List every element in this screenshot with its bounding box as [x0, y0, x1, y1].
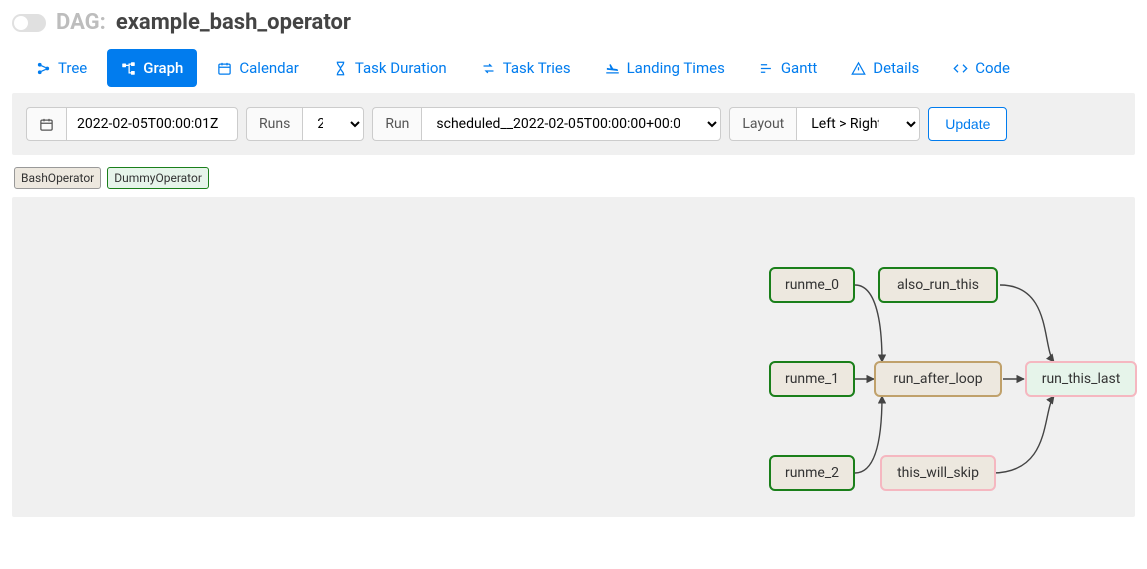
- node-label: this_will_skip: [897, 465, 979, 481]
- tab-tree[interactable]: Tree: [22, 49, 101, 87]
- tab-gantt-label: Gantt: [781, 59, 817, 77]
- run-label: Run: [372, 107, 421, 141]
- view-tabs: Tree Graph Calendar Task Duration Task T…: [12, 49, 1135, 87]
- tab-tree-label: Tree: [58, 59, 87, 77]
- code-icon: [953, 61, 968, 76]
- tab-graph-label: Graph: [143, 59, 183, 77]
- layout-label: Layout: [729, 107, 796, 141]
- graph-icon: [121, 61, 136, 76]
- dag-prefix: DAG:: [56, 10, 106, 35]
- tab-calendar-label: Calendar: [239, 59, 299, 77]
- node-label: also_run_this: [897, 277, 979, 293]
- node-label: run_this_last: [1042, 371, 1121, 387]
- node-also-run-this[interactable]: also_run_this: [878, 267, 998, 303]
- tab-task-duration[interactable]: Task Duration: [319, 49, 461, 87]
- node-this-will-skip[interactable]: this_will_skip: [880, 455, 996, 491]
- tab-task-tries[interactable]: Task Tries: [467, 49, 585, 87]
- tab-landing-times[interactable]: Landing Times: [591, 49, 739, 87]
- tab-task-duration-label: Task Duration: [355, 59, 447, 77]
- graph-canvas[interactable]: runme_0 runme_1 runme_2 also_run_this ru…: [12, 197, 1135, 517]
- calendar-addon-icon: [26, 107, 66, 141]
- tab-graph[interactable]: Graph: [107, 49, 197, 87]
- tab-calendar[interactable]: Calendar: [203, 49, 313, 87]
- node-label: run_after_loop: [893, 371, 982, 387]
- operator-legend: BashOperator DummyOperator: [14, 167, 1135, 189]
- runs-label: Runs: [246, 107, 302, 141]
- tab-details[interactable]: Details: [837, 49, 933, 87]
- run-select[interactable]: scheduled__2022-02-05T00:00:00+00:00: [421, 107, 721, 141]
- legend-dummy-operator[interactable]: DummyOperator: [107, 167, 209, 189]
- tab-gantt[interactable]: Gantt: [745, 49, 831, 87]
- legend-bash-operator[interactable]: BashOperator: [14, 167, 101, 189]
- retry-icon: [481, 61, 496, 76]
- node-runme-1[interactable]: runme_1: [769, 361, 855, 397]
- tree-icon: [36, 61, 51, 76]
- execution-date-input[interactable]: [66, 107, 238, 141]
- node-label: runme_0: [785, 277, 839, 293]
- node-label: runme_2: [785, 465, 839, 481]
- node-runme-0[interactable]: runme_0: [769, 267, 855, 303]
- dag-toggle[interactable]: [12, 14, 46, 32]
- landing-icon: [605, 61, 620, 76]
- tab-task-tries-label: Task Tries: [503, 59, 571, 77]
- controls-bar: Runs 25 Run scheduled__2022-02-05T00:00:…: [12, 93, 1135, 155]
- tab-code[interactable]: Code: [939, 49, 1024, 87]
- warning-icon: [851, 61, 866, 76]
- layout-select[interactable]: Left > Right: [796, 107, 920, 141]
- tab-landing-times-label: Landing Times: [627, 59, 725, 77]
- node-label: runme_1: [785, 371, 839, 387]
- hourglass-icon: [333, 61, 348, 76]
- node-run-after-loop[interactable]: run_after_loop: [874, 361, 1002, 397]
- gantt-icon: [759, 61, 774, 76]
- update-button[interactable]: Update: [928, 107, 1007, 141]
- calendar-icon: [217, 61, 232, 76]
- node-run-this-last[interactable]: run_this_last: [1025, 361, 1137, 397]
- tab-code-label: Code: [975, 59, 1010, 77]
- node-runme-2[interactable]: runme_2: [769, 455, 855, 491]
- runs-select[interactable]: 25: [302, 107, 364, 141]
- tab-details-label: Details: [873, 59, 919, 77]
- dag-name: example_bash_operator: [116, 10, 351, 35]
